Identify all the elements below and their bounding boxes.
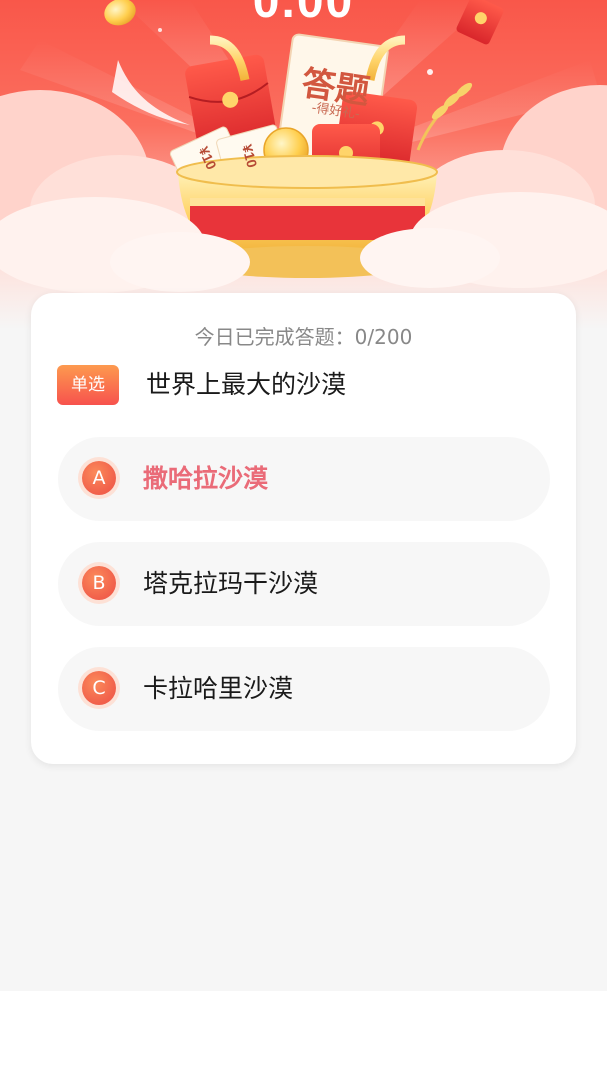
option-b[interactable]: B 塔克拉玛干沙漠 (58, 542, 550, 626)
balance-amount: 0.00 (252, 0, 355, 28)
gift-basket-illustration (0, 0, 607, 293)
header-banner: 0.00 答题 -得好礼- ¥10 ¥10 (0, 0, 607, 330)
option-text-a: 撒哈拉沙漠 (143, 464, 269, 493)
question-type-badge: 单选 (57, 365, 119, 405)
option-text-c: 卡拉哈里沙漠 (143, 674, 294, 703)
option-c[interactable]: C 卡拉哈里沙漠 (58, 647, 550, 731)
option-text-b: 塔克拉玛干沙漠 (143, 569, 319, 598)
quiz-card: 今日已完成答题：0/200 单选 世界上最大的沙漠 A 撒哈拉沙漠 B 塔克拉玛… (31, 293, 576, 764)
daily-progress-text: 今日已完成答题：0/200 (194, 325, 413, 349)
option-a[interactable]: A 撒哈拉沙漠 (58, 437, 550, 521)
question-text: 世界上最大的沙漠 (146, 370, 347, 399)
option-letter-a: A (82, 461, 116, 495)
option-letter-c: C (82, 671, 116, 705)
option-letter-b: B (82, 566, 116, 600)
quiz-page: 0.00 答题 -得好礼- ¥10 ¥10 今日已完成答题：0/200 单选 世… (0, 0, 607, 1080)
